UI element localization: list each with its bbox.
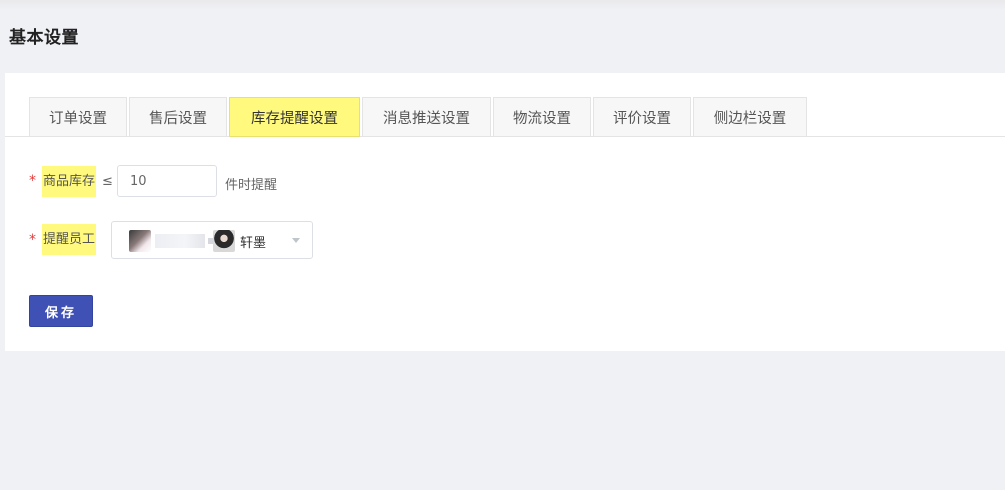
required-mark: * bbox=[29, 232, 36, 248]
avatar-icon bbox=[213, 230, 235, 252]
settings-tabs: 订单设置 售后设置 库存提醒设置 消息推送设置 物流设置 评价设置 侧边栏设置 bbox=[5, 97, 1005, 137]
required-mark: * bbox=[29, 173, 36, 189]
avatar-icon bbox=[129, 230, 151, 252]
tab-order-settings[interactable]: 订单设置 bbox=[29, 97, 127, 137]
save-button[interactable]: 保存 bbox=[29, 295, 93, 327]
tab-sidebar-settings[interactable]: 侧边栏设置 bbox=[693, 97, 807, 137]
staff-chip[interactable] bbox=[129, 229, 214, 253]
chevron-down-icon[interactable] bbox=[292, 238, 300, 243]
tab-message-push-settings[interactable]: 消息推送设置 bbox=[362, 97, 491, 137]
tab-after-sales-settings[interactable]: 售后设置 bbox=[129, 97, 227, 137]
staff-select[interactable]: 轩墨 bbox=[111, 221, 313, 259]
tab-stock-reminder-settings[interactable]: 库存提醒设置 bbox=[229, 97, 360, 137]
staff-name: 轩墨 bbox=[240, 235, 267, 251]
tab-review-settings[interactable]: 评价设置 bbox=[593, 97, 691, 137]
stock-threshold-input[interactable] bbox=[117, 165, 217, 197]
stock-suffix: 件时提醒 bbox=[225, 178, 278, 193]
page-title: 基本设置 bbox=[9, 28, 79, 48]
tab-logistics-settings[interactable]: 物流设置 bbox=[493, 97, 591, 137]
page-header: 基本设置 bbox=[0, 0, 1005, 73]
staff-label: 提醒员工 bbox=[42, 224, 97, 255]
settings-panel: 订单设置 售后设置 库存提醒设置 消息推送设置 物流设置 评价设置 侧边栏设置 … bbox=[5, 73, 1005, 351]
staff-name-blurred bbox=[155, 234, 205, 248]
stock-label: 商品库存 bbox=[42, 166, 97, 197]
stock-operator: ≤ bbox=[102, 174, 113, 189]
staff-chip[interactable]: 轩墨 bbox=[213, 229, 266, 253]
